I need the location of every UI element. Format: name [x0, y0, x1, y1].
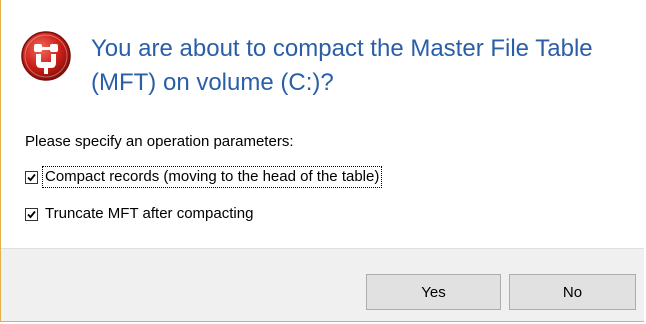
no-button[interactable]: No	[509, 274, 636, 310]
compact-records-checkbox[interactable]	[25, 170, 38, 184]
parameters-label: Please specify an operation parameters:	[25, 133, 294, 150]
dialog-heading: You are about to compact the Master File…	[91, 35, 593, 96]
truncate-mft-label[interactable]: Truncate MFT after compacting	[43, 204, 255, 224]
yes-button[interactable]: Yes	[366, 274, 501, 310]
truncate-mft-option[interactable]: Truncate MFT after compacting	[25, 203, 255, 225]
truncate-mft-checkbox[interactable]	[25, 207, 38, 221]
compact-mft-dialog: You are about to compact the Master File…	[0, 0, 644, 322]
checkmark-icon	[27, 173, 36, 181]
warning-icon	[20, 30, 72, 82]
compact-records-label[interactable]: Compact records (moving to the head of t…	[41, 166, 383, 188]
compact-records-option[interactable]: Compact records (moving to the head of t…	[25, 166, 383, 188]
checkmark-icon	[27, 210, 36, 218]
dialog-content: You are about to compact the Master File…	[1, 0, 644, 248]
